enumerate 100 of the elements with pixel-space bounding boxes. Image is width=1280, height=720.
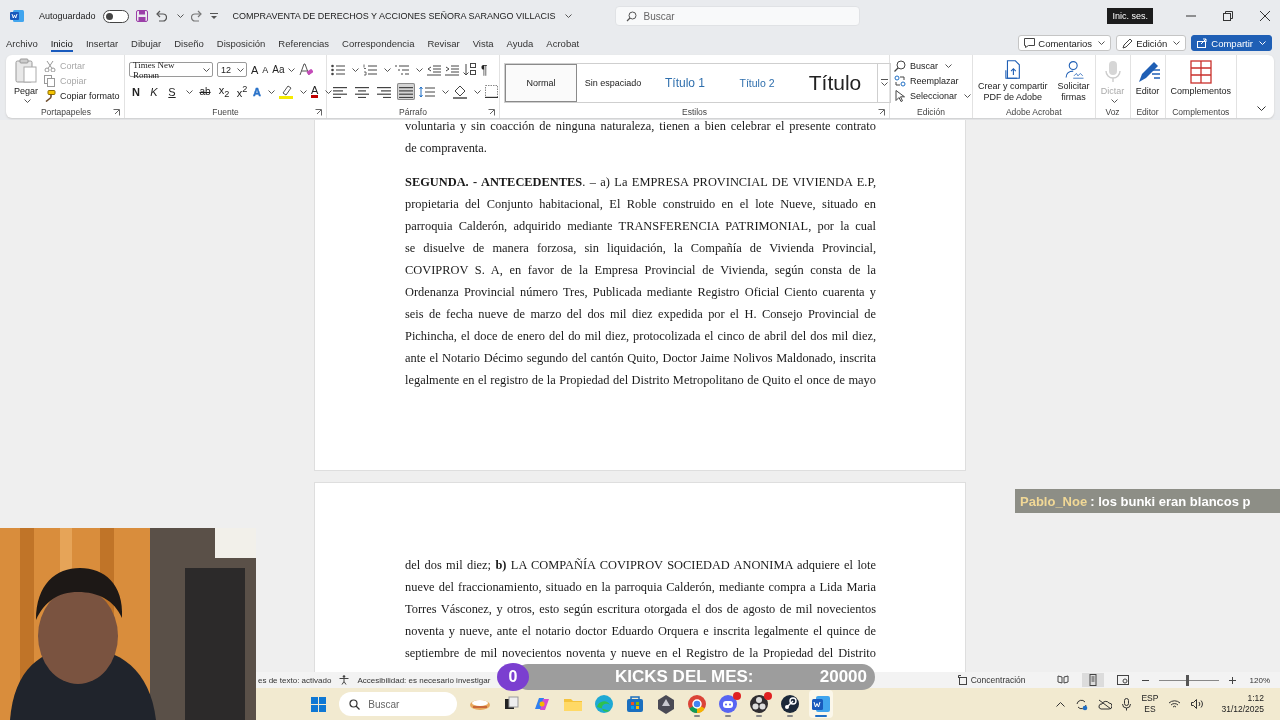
caret-icon[interactable] (203, 67, 210, 72)
multilevel-list-icon[interactable] (395, 63, 409, 76)
wifi-icon[interactable] (1168, 699, 1182, 709)
caret-icon[interactable] (964, 93, 972, 98)
document-title[interactable]: COMPRAVENTA DE DERECHOS Y ACCIONES SEÑORA SARANGO VILLACIS (232, 11, 556, 21)
caret-icon[interactable] (474, 89, 481, 94)
sort-icon[interactable] (463, 63, 477, 76)
ribbon-tab[interactable]: Archivo (6, 34, 38, 52)
ribbon-tab[interactable]: Disposición (216, 34, 266, 52)
zoom-level[interactable]: 120% (1249, 675, 1270, 685)
shading-icon[interactable] (453, 84, 467, 99)
find-button[interactable]: Buscar (894, 59, 972, 72)
ribbon-tab[interactable]: Diseño (174, 34, 204, 52)
close-icon[interactable] (1260, 11, 1270, 21)
strikethrough-button[interactable]: ab (197, 86, 213, 97)
microphone-icon[interactable] (1122, 697, 1132, 711)
caret-icon[interactable] (186, 89, 193, 94)
request-signatures-button[interactable]: Solicitar firmas (1055, 56, 1092, 105)
editing-mode-button[interactable]: Edición (1116, 35, 1187, 51)
bullets-icon[interactable] (331, 63, 345, 76)
dialog-launcher-icon[interactable] (878, 109, 885, 116)
share-button[interactable]: Compartir (1191, 35, 1272, 51)
search-field[interactable]: Buscar (643, 10, 794, 22)
ribbon-tab[interactable]: Inicio (50, 34, 73, 52)
restore-icon[interactable] (1223, 11, 1233, 21)
redo-icon[interactable] (190, 10, 203, 22)
font-color-button[interactable]: A (310, 85, 319, 98)
format-painter-button[interactable]: Copiar formato (44, 89, 120, 102)
style-option[interactable]: Título (793, 63, 877, 102)
caret-icon[interactable] (1098, 41, 1106, 45)
show-hidden-icons-icon[interactable] (1056, 701, 1066, 707)
caret-icon[interactable] (176, 14, 184, 18)
highlighter-icon[interactable] (278, 84, 293, 99)
ribbon-tab[interactable]: Acrobat (546, 34, 580, 52)
caret-icon[interactable] (945, 63, 952, 68)
add-ins-button[interactable]: Complementos (1168, 56, 1234, 105)
style-option[interactable]: Título 2 (721, 63, 793, 102)
ribbon-tab[interactable]: Revisar (427, 34, 460, 52)
caret-icon[interactable] (352, 67, 359, 72)
undo-icon[interactable] (154, 10, 167, 22)
text-effects-button[interactable]: A (253, 85, 261, 98)
zoom-slider-thumb[interactable] (1185, 674, 1189, 686)
comments-button[interactable]: Comentarios (1018, 35, 1112, 51)
clear-format-icon[interactable] (298, 63, 313, 76)
shrink-font-button[interactable]: A (262, 64, 269, 75)
font-size-field[interactable]: 12 (217, 62, 247, 77)
save-icon[interactable] (135, 10, 148, 22)
bold-button[interactable]: N (129, 85, 143, 98)
ribbon-tab[interactable]: Ayuda (506, 34, 534, 52)
accessibility-icon[interactable] (339, 675, 350, 685)
create-pdf-button[interactable]: Crear y compartir PDF de Adobe (976, 56, 1050, 105)
decrease-indent-icon[interactable] (427, 63, 441, 76)
style-option[interactable]: Normal (505, 63, 577, 102)
caret-icon[interactable] (287, 67, 295, 72)
italic-button[interactable]: K (147, 85, 161, 98)
caret-icon[interactable] (384, 67, 391, 72)
cloud-off-icon[interactable] (1098, 698, 1113, 710)
ribbon-tab[interactable]: Vista (472, 34, 494, 52)
underline-button[interactable]: S (165, 85, 179, 98)
select-button[interactable]: Seleccionar (894, 89, 972, 102)
ribbon-tab[interactable]: Referencias (278, 34, 330, 52)
paste-button[interactable]: Pegar (12, 56, 41, 105)
show-formatting-button[interactable]: ¶ (481, 62, 488, 77)
taskbar-app-button[interactable] (809, 690, 834, 718)
taskbar-app-button[interactable] (747, 690, 772, 718)
caret-icon[interactable] (325, 89, 333, 94)
start-icon[interactable] (311, 696, 327, 712)
style-option[interactable]: Sin espaciado (577, 63, 649, 102)
caret-icon[interactable] (267, 89, 275, 94)
taskbar-search-bar[interactable]: Buscar (339, 692, 458, 716)
superscript-button[interactable]: x$^{2}$ (235, 84, 249, 99)
collapse-ribbon-icon[interactable] (1257, 106, 1266, 112)
gallery-more-button[interactable] (877, 63, 890, 102)
ribbon-tab[interactable]: Insertar (85, 34, 119, 52)
caret-icon[interactable] (442, 89, 449, 94)
clock-button[interactable]: 1:12 31/12/2025 (1221, 693, 1264, 715)
replace-button[interactable]: Reemplazar (894, 74, 972, 87)
zoom-in-icon[interactable] (1228, 676, 1236, 684)
customize-icon[interactable] (209, 12, 218, 20)
autosave-toggle[interactable] (102, 9, 129, 23)
caret-icon[interactable] (24, 99, 31, 103)
line-spacing-icon[interactable] (419, 85, 435, 98)
print-view-button[interactable] (1081, 673, 1104, 687)
focus-button[interactable]: Concentración (957, 675, 1026, 685)
sync-icon[interactable] (1075, 697, 1089, 711)
align-justify-button[interactable] (397, 83, 415, 100)
accessibility-status[interactable]: Accesibilidad: es necesario investigar (357, 675, 491, 685)
search-bar[interactable]: Buscar (615, 6, 861, 26)
caret-icon[interactable] (565, 14, 573, 18)
speaker-icon[interactable] (1191, 699, 1204, 709)
caret-icon[interactable] (1173, 41, 1181, 45)
ribbon-tab[interactable]: Dibujar (131, 34, 162, 52)
caret-icon[interactable] (416, 67, 423, 72)
change-case-button[interactable]: Aa (272, 64, 295, 75)
dialog-launcher-icon[interactable] (315, 109, 322, 116)
taskbar-search-field[interactable]: Buscar (368, 698, 449, 710)
dialog-launcher-icon[interactable] (488, 109, 495, 116)
style-option[interactable]: Título 1 (649, 63, 721, 102)
ribbon-tab[interactable]: Correspondencia (342, 34, 415, 52)
caret-icon[interactable] (237, 67, 244, 72)
